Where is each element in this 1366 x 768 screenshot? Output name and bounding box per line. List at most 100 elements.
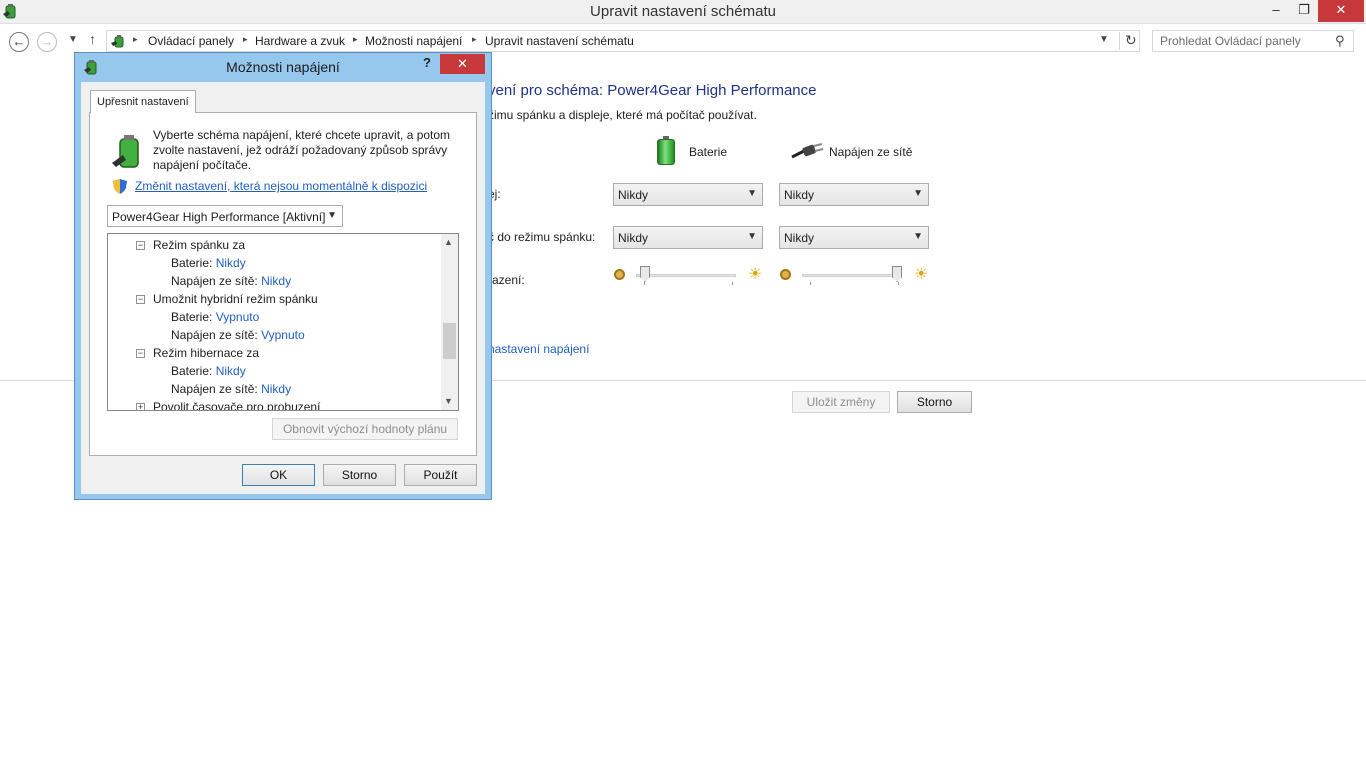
tree-group-label: Režim hibernace za (153, 346, 260, 360)
tree-item[interactable]: Baterie: Vypnuto (171, 310, 259, 324)
brightness-battery-slider[interactable]: ☀ (614, 266, 762, 288)
tree-item-label: Baterie: (171, 364, 213, 378)
search-placeholder: Prohledat Ovládací panely (1160, 34, 1301, 48)
display-off-battery-select[interactable]: Nikdy ▼ (613, 183, 763, 206)
collapse-icon[interactable]: − (136, 241, 145, 250)
cancel-button[interactable]: Storno (897, 391, 972, 413)
tree-item-value[interactable]: Nikdy (261, 382, 291, 396)
chevron-down-icon: ▼ (913, 188, 923, 199)
plugged-column-label: Napájen ze sítě (829, 145, 913, 159)
recent-locations-chevron-down-icon[interactable]: ▼ (68, 34, 78, 45)
close-button[interactable]: ✕ (1318, 0, 1364, 22)
display-off-battery-value: Nikdy (618, 188, 649, 202)
breadcrumb[interactable]: ▸ Ovládací panely ▸ Hardware a zvuk ▸ Mo… (106, 30, 1140, 52)
breadcrumb-edit-plan[interactable]: Upravit nastavení schématu (485, 34, 634, 48)
slider-thumb[interactable] (892, 266, 902, 282)
tree-item[interactable]: Baterie: Nikdy (171, 364, 246, 378)
display-off-plugged-select[interactable]: Nikdy ▼ (779, 183, 929, 206)
tree-item-value[interactable]: Nikdy (261, 274, 291, 288)
brightness-plugged-slider[interactable]: ☀ (780, 266, 928, 288)
tree-group[interactable]: − Režim hibernace za (136, 346, 259, 360)
tree-item-value[interactable]: Vypnuto (216, 310, 260, 324)
tree-group-label: Umožnit hybridní režim spánku (153, 292, 318, 306)
address-chevron-down-icon[interactable]: ▼ (1099, 34, 1109, 45)
chevron-down-icon: ▼ (747, 231, 757, 242)
tree-item-label: Napájen ze sítě: (171, 328, 258, 342)
tree-group-label: Režim spánku za (153, 238, 246, 252)
display-off-plugged-value: Nikdy (784, 188, 815, 202)
tree-item-label: Baterie: (171, 310, 213, 324)
battery-icon (657, 136, 675, 165)
up-arrow-icon[interactable]: ↑ (89, 31, 96, 47)
dialog-body: Upřesnit nastavení Vyberte schéma napáje… (81, 82, 485, 494)
search-input[interactable]: Prohledat Ovládací panely ⚲ (1152, 30, 1354, 52)
ok-button[interactable]: OK (242, 464, 315, 486)
brightness-low-icon (780, 269, 791, 280)
tree-item[interactable]: Napájen ze sítě: Nikdy (171, 382, 291, 396)
restore-defaults-button[interactable]: Obnovit výchozí hodnoty plánu (272, 418, 458, 440)
tree-group[interactable]: − Umožnit hybridní režim spánku (136, 292, 318, 306)
search-icon[interactable]: ⚲ (1335, 33, 1345, 49)
breadcrumb-power-options[interactable]: Možnosti napájení (365, 34, 462, 48)
minimize-button[interactable]: – (1262, 0, 1290, 22)
slider-thumb[interactable] (640, 266, 650, 282)
brightness-high-icon: ☀ (914, 266, 929, 283)
forward-button[interactable]: → (37, 32, 57, 52)
breadcrumb-control-panel[interactable]: Ovládací panely (148, 34, 234, 48)
page-subtitle: žimu spánku a displeje, které má počítač… (488, 108, 757, 122)
brightness-low-icon (614, 269, 625, 280)
tree-group[interactable]: − Režim spánku za (136, 238, 245, 252)
sleep-plugged-select[interactable]: Nikdy ▼ (779, 226, 929, 249)
power-scheme-select[interactable]: Power4Gear High Performance [Aktivní] ▼ (107, 205, 343, 227)
tree-item[interactable]: Baterie: Nikdy (171, 256, 246, 270)
apply-button[interactable]: Použít (404, 464, 477, 486)
slider-tick (644, 282, 645, 285)
scroll-up-icon[interactable]: ▲ (444, 237, 453, 247)
save-button[interactable]: Uložit změny (792, 391, 890, 413)
collapse-icon[interactable]: − (136, 349, 145, 358)
maximize-button[interactable]: ❐ (1290, 0, 1318, 22)
tree-item[interactable]: Napájen ze sítě: Nikdy (171, 274, 291, 288)
dialog-close-button[interactable]: ✕ (440, 54, 485, 74)
page-title: vení pro schéma: Power4Gear High Perform… (488, 82, 817, 99)
breadcrumb-hardware-sound[interactable]: Hardware a zvuk (255, 34, 345, 48)
expand-icon[interactable]: + (136, 403, 145, 410)
change-unavailable-settings-link[interactable]: Změnit nastavení, která nejsou momentáln… (135, 179, 427, 193)
refresh-icon[interactable]: ↻ (1119, 32, 1137, 50)
tree-group[interactable]: + Povolit časovače pro probuzení (136, 400, 320, 410)
dialog-cancel-button[interactable]: Storno (323, 464, 396, 486)
tree-item-label: Napájen ze sítě: (171, 274, 258, 288)
slider-tick (810, 282, 811, 285)
tree-item-value[interactable]: Nikdy (216, 256, 246, 270)
tree-item-value[interactable]: Vypnuto (261, 328, 305, 342)
scroll-down-icon[interactable]: ▼ (444, 396, 453, 406)
sleep-battery-select[interactable]: Nikdy ▼ (613, 226, 763, 249)
power-plug-icon (791, 143, 824, 159)
collapse-icon[interactable]: − (136, 295, 145, 304)
tree-scrollbar[interactable]: ▲ ▼ (441, 234, 458, 410)
battery-plug-icon (112, 135, 139, 168)
advanced-settings-link[interactable]: nastavení napájení (488, 342, 589, 356)
sleep-plugged-value: Nikdy (784, 231, 815, 245)
chevron-down-icon: ▼ (327, 210, 337, 221)
settings-tree[interactable]: − Režim spánku za Baterie: Nikdy Napájen … (107, 233, 459, 411)
brightness-high-icon: ☀ (748, 266, 763, 283)
sleep-label: č do režimu spánku: (488, 230, 596, 244)
breadcrumb-separator: ▸ (353, 34, 358, 44)
tab-advanced-settings[interactable]: Upřesnit nastavení (90, 90, 196, 113)
uac-shield-icon (113, 179, 127, 194)
breadcrumb-separator: ▸ (472, 34, 477, 44)
battery-column-label: Baterie (689, 145, 728, 159)
breadcrumb-separator: ▸ (243, 34, 248, 44)
help-button[interactable]: ? (415, 55, 439, 75)
power-options-dialog: Možnosti napájení ? ✕ Upřesnit nastavení… (74, 52, 492, 500)
control-panel-icon (111, 35, 124, 48)
back-button[interactable]: ← (9, 32, 29, 52)
tree-item[interactable]: Napájen ze sítě: Vypnuto (171, 328, 305, 342)
power-scheme-value: Power4Gear High Performance [Aktivní] (112, 210, 326, 224)
chevron-down-icon: ▼ (913, 231, 923, 242)
tree-item-value[interactable]: Nikdy (216, 364, 246, 378)
scrollbar-thumb[interactable] (443, 323, 456, 359)
slider-tick (898, 282, 899, 285)
slider-track (636, 274, 736, 277)
